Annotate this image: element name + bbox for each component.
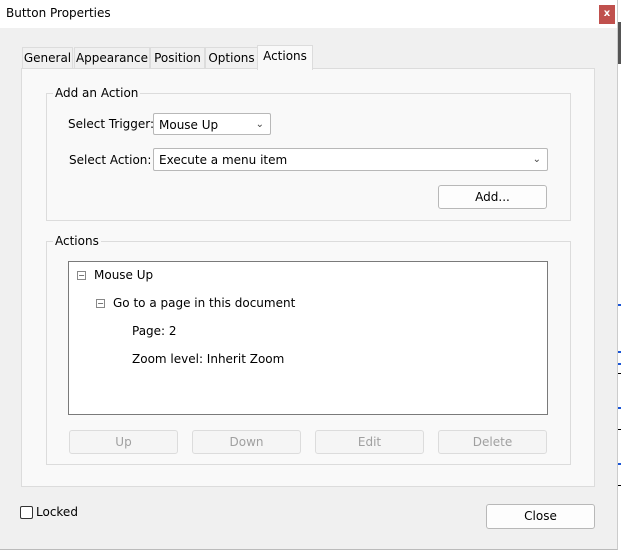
add-action-group-label: Add an Action [53, 86, 141, 100]
action-value: Execute a menu item [159, 153, 288, 167]
collapse-icon[interactable]: − [96, 299, 105, 308]
down-button[interactable]: Down [192, 430, 301, 454]
locked-checkbox[interactable] [20, 506, 33, 519]
tab-general[interactable]: General [22, 47, 73, 69]
tree-item-action[interactable]: Go to a page in this document [113, 296, 295, 310]
locked-label: Locked [36, 505, 78, 519]
tab-actions[interactable]: Actions [257, 45, 313, 70]
button-properties-dialog: Button Properties x General Appearance P… [0, 0, 618, 550]
action-label: Select Action: [69, 153, 152, 167]
chevron-down-icon: ⌄ [255, 119, 264, 130]
close-window-button[interactable]: x [599, 5, 615, 24]
tree-item-page[interactable]: Page: 2 [132, 324, 177, 338]
collapse-icon[interactable]: − [77, 271, 86, 280]
trigger-select[interactable]: Mouse Up ⌄ [153, 113, 271, 135]
trigger-value: Mouse Up [159, 118, 219, 132]
actions-tree[interactable] [68, 261, 548, 415]
tab-options[interactable]: Options [205, 47, 258, 69]
add-button[interactable]: Add... [438, 185, 547, 209]
chevron-down-icon: ⌄ [532, 154, 541, 165]
tab-position[interactable]: Position [150, 47, 205, 69]
tab-appearance[interactable]: Appearance [74, 47, 150, 69]
action-select[interactable]: Execute a menu item ⌄ [153, 148, 548, 171]
edit-button[interactable]: Edit [315, 430, 424, 454]
dialog-title: Button Properties [6, 6, 111, 20]
trigger-label: Select Trigger: [68, 117, 155, 131]
tree-item-zoom[interactable]: Zoom level: Inherit Zoom [132, 352, 284, 366]
up-button[interactable]: Up [69, 430, 178, 454]
tree-item-trigger[interactable]: Mouse Up [94, 268, 153, 282]
delete-button[interactable]: Delete [438, 430, 547, 454]
title-bar: Button Properties x [0, 0, 617, 28]
actions-group-label: Actions [53, 234, 101, 248]
close-button[interactable]: Close [486, 504, 595, 529]
